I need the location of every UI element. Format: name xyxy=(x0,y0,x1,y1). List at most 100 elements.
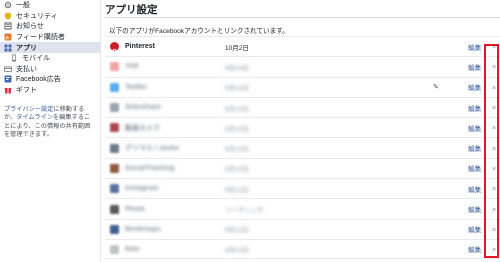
sidebar-item-6[interactable]: 支払い xyxy=(0,63,100,73)
app-icon xyxy=(110,82,119,92)
sidebar-item-0[interactable]: 一般 xyxy=(0,0,100,10)
edit-app-link[interactable]: 編集 xyxy=(468,82,481,92)
card-icon xyxy=(4,65,12,73)
sidebar-item-7[interactable]: Facebook広告 xyxy=(0,74,100,84)
page-title: アプリ設定 xyxy=(105,4,158,16)
app-name: SocialTracking xyxy=(125,164,175,172)
ads-icon xyxy=(4,75,12,83)
app-name: 動画カメラ xyxy=(125,124,160,132)
remove-app-icon[interactable]: × xyxy=(492,245,496,254)
sidebar-item-label: アプリ xyxy=(16,44,37,52)
sidebar-item-8[interactable]: ギフト xyxy=(0,85,100,95)
app-date: 6月13日 xyxy=(225,247,249,255)
sidebar-item-4[interactable]: アプリ xyxy=(0,42,100,53)
app-icon xyxy=(110,204,119,214)
app-name: Photo xyxy=(125,205,145,213)
app-name: SlideShare xyxy=(125,104,162,112)
remove-app-icon[interactable]: × xyxy=(492,42,496,51)
sidebar-item-label: お知らせ xyxy=(16,23,44,31)
app-icon xyxy=(110,184,119,194)
sidebar-item-1[interactable]: セキュリティ xyxy=(0,11,100,21)
app-name: Nike xyxy=(125,245,140,253)
remove-app-icon[interactable]: × xyxy=(492,184,496,193)
rss-icon xyxy=(4,33,12,41)
svg-text:p: p xyxy=(112,48,116,55)
remove-app-icon[interactable]: × xyxy=(492,225,496,234)
app-date: 6月13日 xyxy=(225,227,249,235)
app-icon xyxy=(110,244,119,254)
app-icon xyxy=(110,143,119,153)
sidebar-item-label: 一般 xyxy=(16,2,30,10)
remove-app-icon[interactable]: × xyxy=(492,103,496,112)
sidebar-item-5[interactable]: モバイル xyxy=(0,53,100,63)
app-row: p Pinterest 10月2日 編集 × xyxy=(105,36,500,56)
edit-app-link[interactable]: 編集 xyxy=(468,103,481,113)
intro-text: 以下のアプリがFacebookアカウントとリンクされています。 xyxy=(109,28,289,35)
app-row: Nike 6月13日 編集 × xyxy=(105,238,500,260)
app-date: 6月13日 xyxy=(225,186,249,194)
app-row: YAK 6月14日 編集 × xyxy=(105,56,500,76)
sidebar-item-2[interactable]: お知らせ xyxy=(0,21,100,31)
sidebar-item-label: フィード購読者 xyxy=(16,33,65,41)
app-icon xyxy=(110,163,119,173)
title-divider xyxy=(105,17,500,18)
edit-app-link[interactable]: 編集 xyxy=(468,123,481,133)
edit-app-link[interactable]: 編集 xyxy=(468,184,481,194)
mobile-icon xyxy=(10,54,18,62)
sidebar-item-label: モバイル xyxy=(22,55,50,63)
sidebar-item-label: 支払い xyxy=(16,65,37,73)
app-list: p Pinterest 10月2日 編集 × YAK 6月14日 編集 × Twitter 6月14… xyxy=(105,36,500,260)
app-icon xyxy=(110,224,119,234)
timeline-link[interactable]: タイムライン xyxy=(16,114,53,121)
app-row: 動画カメラ 6月13日 編集 × xyxy=(105,117,500,137)
remove-app-icon[interactable]: × xyxy=(492,62,496,71)
app-date: 6月14日 xyxy=(225,85,249,93)
edit-app-link[interactable]: 編集 xyxy=(468,62,481,72)
app-icon: p xyxy=(110,42,119,55)
app-date: 10月2日 xyxy=(225,44,249,52)
app-row: グリマル / Jaster 6月13日 編集 × xyxy=(105,137,500,157)
remove-app-icon[interactable]: × xyxy=(492,123,496,132)
app-name: YAK xyxy=(125,63,140,71)
app-row: SlideShare 6月13日 編集 × xyxy=(105,96,500,117)
pencil-icon[interactable]: ✎ xyxy=(433,83,439,91)
edit-app-link[interactable]: 編集 xyxy=(468,244,481,254)
app-row: Photo リーディング 編集 × xyxy=(105,198,500,218)
app-icon xyxy=(110,103,119,113)
edit-app-link[interactable]: 編集 xyxy=(468,143,481,153)
app-name: Twitter xyxy=(125,83,148,91)
app-name: Pinterest xyxy=(125,43,155,51)
remove-app-icon[interactable]: × xyxy=(492,83,496,92)
app-name: Instagram xyxy=(125,185,159,193)
app-date: 6月13日 xyxy=(225,146,249,154)
remove-app-icon[interactable]: × xyxy=(492,205,496,214)
app-date: 6月13日 xyxy=(225,166,249,174)
sidebar-item-3[interactable]: フィード購読者 xyxy=(0,32,100,42)
gift-icon xyxy=(4,86,12,94)
app-icon xyxy=(110,123,119,133)
settings-sidebar: 一般セキュリティ お知らせフィード購読者 アプリモバイル支払い Facebook広告ギ… xyxy=(0,0,100,262)
app-row: Twitter 6月14日 ✎ 編集 × xyxy=(105,76,500,97)
app-date: リーディング xyxy=(225,207,264,215)
sidebar-item-label: Facebook広告 xyxy=(16,76,61,84)
app-icon xyxy=(110,62,119,72)
app-row: Instagram 6月13日 編集 × xyxy=(105,178,500,198)
app-row: Bookmaps 6月13日 編集 × xyxy=(105,218,500,239)
remove-app-icon[interactable]: × xyxy=(492,164,496,173)
gear-icon xyxy=(4,1,12,9)
app-name: グリマル / Jaster xyxy=(125,145,180,153)
app-date: 6月14日 xyxy=(225,64,249,72)
app-date: 6月13日 xyxy=(225,105,249,113)
app-date: 6月13日 xyxy=(225,125,249,133)
sidebar-note: プライバシー設定に移動するか、タイムラインを編集することにより、この情報の共有範… xyxy=(4,106,96,139)
edit-app-link[interactable]: 編集 xyxy=(468,163,481,173)
privacy-settings-link[interactable]: プライバシー設定 xyxy=(4,106,53,113)
sidebar-item-label: ギフト xyxy=(16,86,37,94)
edit-app-link[interactable]: 編集 xyxy=(468,224,481,234)
edit-app-link[interactable]: 編集 xyxy=(468,204,481,214)
remove-app-icon[interactable]: × xyxy=(492,144,496,153)
edit-app-link[interactable]: 編集 xyxy=(468,42,481,52)
apps-icon xyxy=(4,44,12,52)
app-row: SocialTracking 6月13日 編集 × xyxy=(105,157,500,178)
sidebar-item-label: セキュリティ xyxy=(16,12,58,20)
